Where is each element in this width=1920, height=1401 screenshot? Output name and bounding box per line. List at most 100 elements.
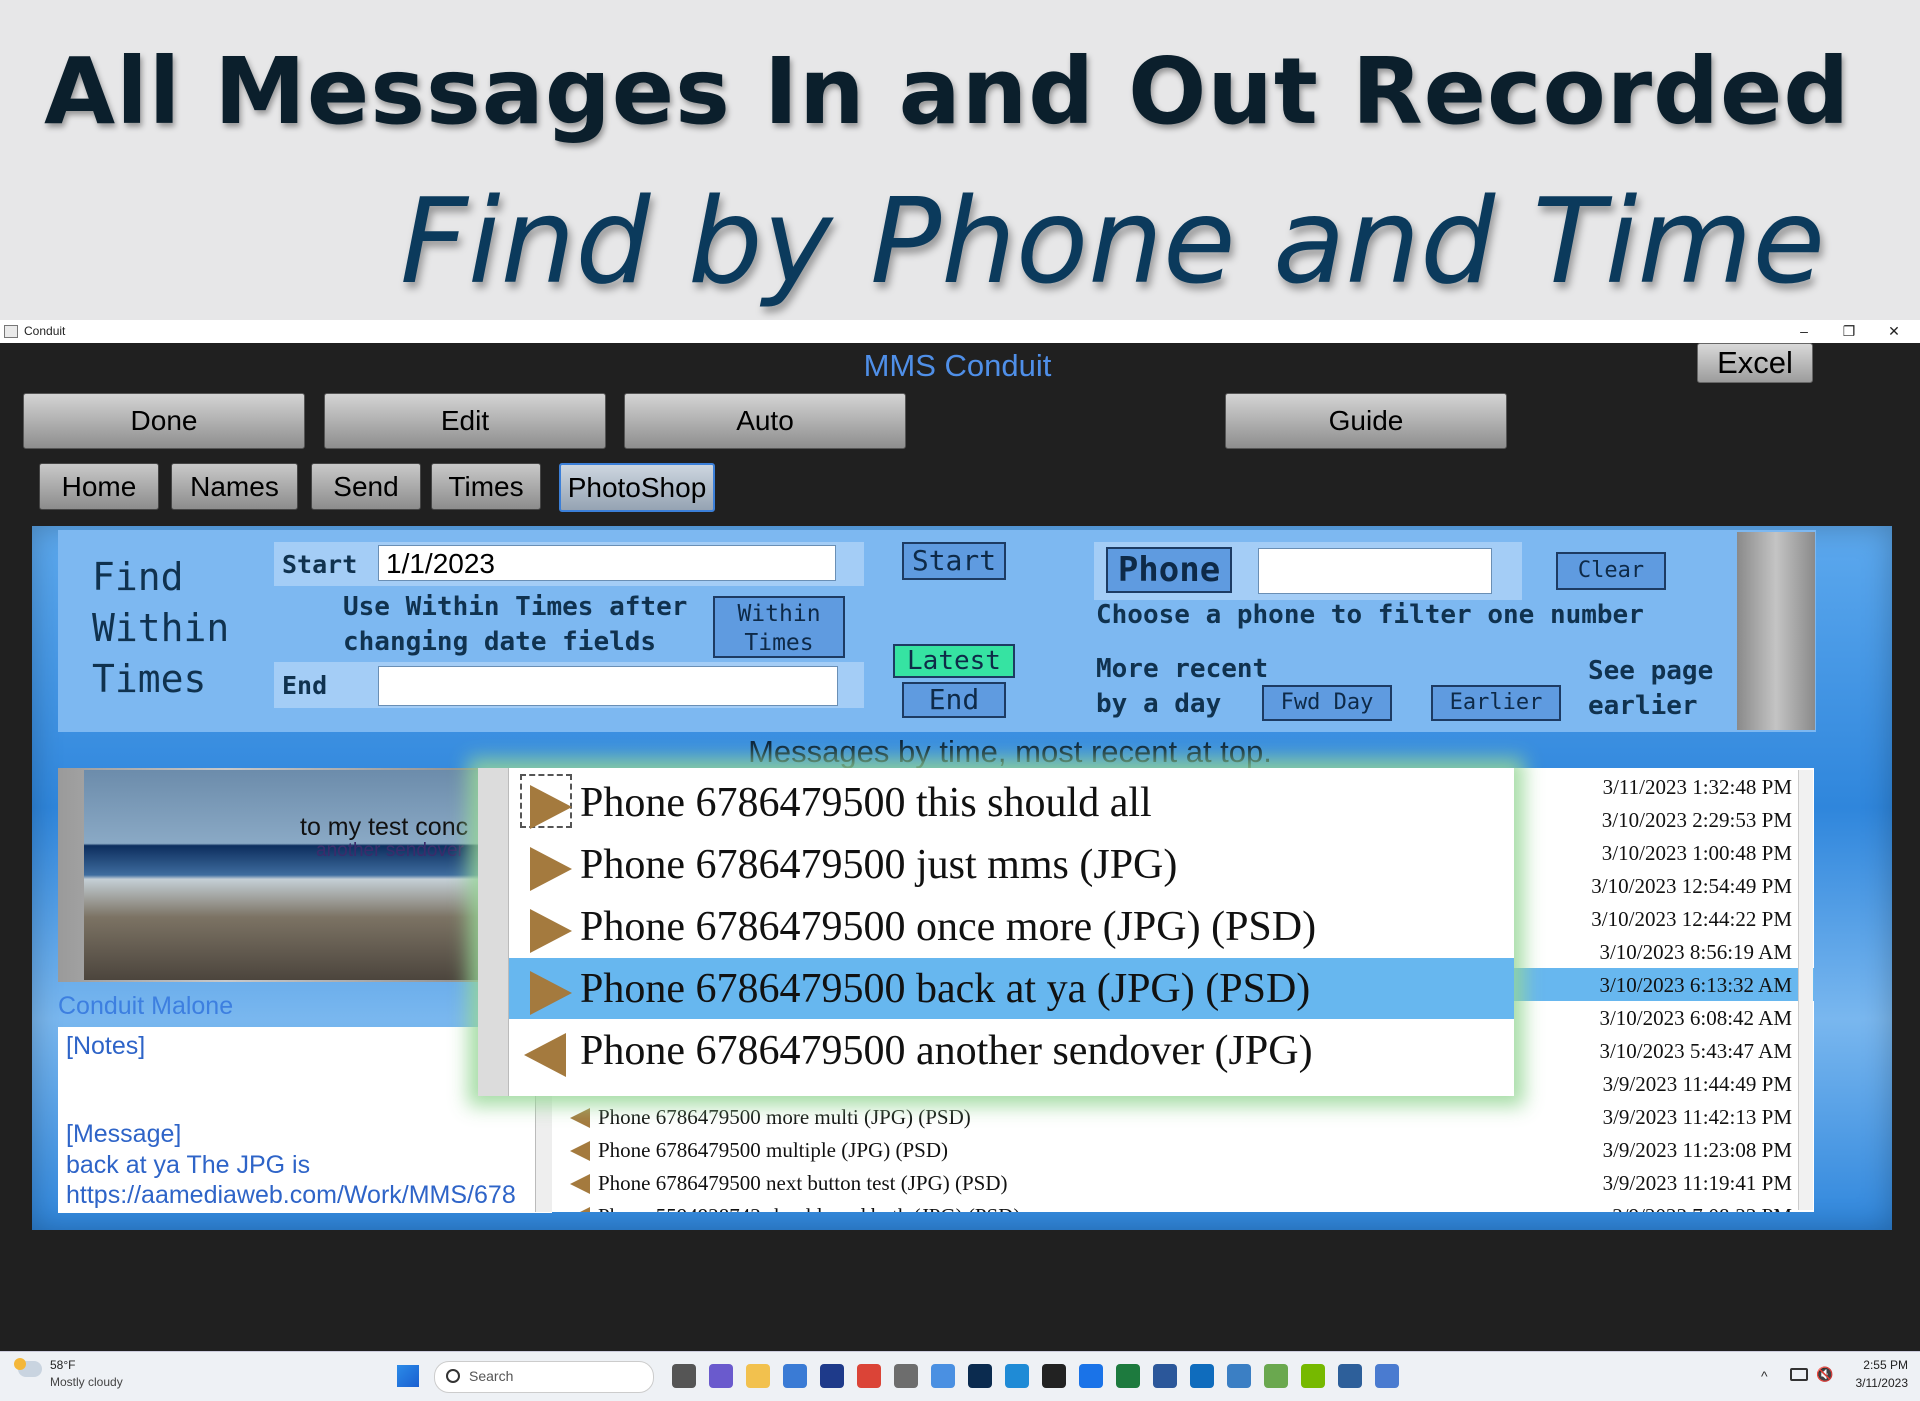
taskbar-search-box[interactable] bbox=[434, 1361, 654, 1393]
auto-button[interactable]: Auto bbox=[624, 393, 906, 449]
edge-icon[interactable] bbox=[1005, 1364, 1029, 1388]
banner-subline: Find by Phone and Time bbox=[400, 172, 1826, 310]
nav-names[interactable]: Names bbox=[171, 463, 298, 510]
nav-times[interactable]: Times bbox=[431, 463, 541, 510]
row-timestamp: 3/9/2023 11:23:08 PM bbox=[1602, 1138, 1792, 1162]
done-button[interactable]: Done bbox=[23, 393, 305, 449]
network-icon[interactable] bbox=[1264, 1364, 1288, 1388]
weather-description[interactable]: Mostly cloudy bbox=[50, 1375, 123, 1389]
folder-icon[interactable] bbox=[746, 1364, 770, 1388]
incoming-arrow-icon bbox=[570, 1108, 590, 1128]
sling-icon[interactable] bbox=[1042, 1364, 1066, 1388]
nvidia-icon[interactable] bbox=[1301, 1364, 1325, 1388]
control-panel-icon[interactable] bbox=[1227, 1364, 1251, 1388]
r-icon[interactable] bbox=[1375, 1364, 1399, 1388]
nav-home[interactable]: Home bbox=[39, 463, 159, 510]
start-date-input[interactable]: 1/1/2023 bbox=[378, 545, 836, 581]
clock-date[interactable]: 3/11/2023 bbox=[1846, 1376, 1909, 1390]
phone-button[interactable]: Phone bbox=[1106, 547, 1232, 593]
zoomed-row-text: Phone 6786479500 back at ya (JPG) (PSD) bbox=[580, 966, 1311, 1012]
zoomed-row-text: Phone 6786479500 this should all bbox=[580, 780, 1152, 826]
phone-hint-text: Choose a phone to filter one number bbox=[1096, 600, 1644, 630]
store-icon[interactable] bbox=[783, 1364, 807, 1388]
earlier-button[interactable]: Earlier bbox=[1431, 685, 1561, 721]
zoomed-row: Phone 6786479500 back at ya (JPG) (PSD) bbox=[508, 958, 1514, 1019]
within-times-button[interactable]: Within Times bbox=[713, 596, 845, 658]
incoming-arrow-icon bbox=[524, 1033, 566, 1077]
nav-send[interactable]: Send bbox=[311, 463, 421, 510]
app-icon[interactable] bbox=[1079, 1364, 1103, 1388]
end-date-input[interactable] bbox=[378, 666, 838, 706]
excel-icon[interactable] bbox=[1116, 1364, 1140, 1388]
photoshop-icon[interactable] bbox=[968, 1364, 992, 1388]
message-photo[interactable] bbox=[84, 770, 480, 980]
latest-button[interactable]: Latest bbox=[893, 644, 1015, 678]
network-icon[interactable] bbox=[1790, 1368, 1808, 1381]
volume-muted-icon[interactable]: 🔇 bbox=[1816, 1366, 1833, 1383]
zoomed-row-text: Phone 6786479500 once more (JPG) (PSD) bbox=[580, 904, 1317, 950]
notes-scrollbar[interactable] bbox=[535, 1086, 553, 1212]
table-row[interactable]: Phone 6786479500 next button test (JPG) … bbox=[552, 1166, 1814, 1199]
save-icon[interactable] bbox=[820, 1364, 844, 1388]
row-timestamp: 3/10/2023 6:08:42 AM bbox=[1599, 1006, 1792, 1030]
row-timestamp: 3/10/2023 1:00:48 PM bbox=[1601, 841, 1792, 865]
start-button[interactable]: Start bbox=[902, 542, 1006, 580]
word-icon[interactable] bbox=[1153, 1364, 1177, 1388]
zoomed-row: Phone 6786479500 another sendover (JPG) bbox=[508, 1020, 1514, 1081]
zoomed-row: Phone 6786479500 just mms (JPG) bbox=[508, 834, 1514, 895]
banner-headline: All Messages In and Out Recorded bbox=[44, 38, 1851, 145]
app-title: MMS Conduit bbox=[863, 348, 1052, 383]
table-row[interactable]: Phone 5594928743 should send both (JPG) … bbox=[552, 1199, 1814, 1212]
find-within-times-label: Find Within Times bbox=[92, 555, 230, 701]
row-timestamp: 3/9/2023 11:42:13 PM bbox=[1602, 1105, 1792, 1129]
row-timestamp: 3/9/2023 11:44:49 PM bbox=[1602, 1072, 1792, 1096]
app-window-icon bbox=[4, 325, 18, 338]
chevron-up-icon[interactable]: ^ bbox=[1761, 1368, 1768, 1384]
message-body: back at ya The JPG is https://aamediaweb… bbox=[66, 1151, 516, 1209]
outgoing-arrow-icon bbox=[530, 909, 572, 953]
nav-photoshop[interactable]: PhotoShop bbox=[559, 463, 715, 512]
excel-button[interactable]: Excel bbox=[1697, 343, 1813, 383]
sun-icon bbox=[14, 1358, 26, 1370]
close-button[interactable]: ✕ bbox=[1874, 321, 1914, 341]
zoomed-row: Phone 6786479500 once more (JPG) (PSD) bbox=[508, 896, 1514, 957]
zoomed-row-text: Phone 6786479500 another sendover (JPG) bbox=[580, 1028, 1313, 1074]
row-message-text: Phone 6786479500 more multi (JPG) (PSD) bbox=[598, 1105, 971, 1129]
search-icon bbox=[446, 1369, 460, 1383]
row-timestamp: 3/11/2023 1:32:48 PM bbox=[1602, 775, 1792, 799]
clock-time[interactable]: 2:55 PM bbox=[1860, 1358, 1908, 1372]
row-message-text: Phone 6786479500 multiple (JPG) (PSD) bbox=[598, 1138, 949, 1162]
zoomed-rows-callout: Phone 6786479500 this should all Phone 67… bbox=[478, 768, 1514, 1096]
end-button[interactable]: End bbox=[902, 682, 1006, 718]
maximize-button[interactable]: ❐ bbox=[1829, 321, 1869, 341]
panel-scroll-strip bbox=[1737, 532, 1815, 730]
outlook-icon[interactable] bbox=[1190, 1364, 1214, 1388]
see-page-earlier-text: See page earlier bbox=[1588, 656, 1714, 721]
clear-button[interactable]: Clear bbox=[1556, 552, 1666, 590]
notepad-icon[interactable] bbox=[931, 1364, 955, 1388]
fwd-day-button[interactable]: Fwd Day bbox=[1262, 685, 1392, 721]
weather-temperature[interactable]: 58°F bbox=[50, 1358, 75, 1372]
conduit-icon[interactable] bbox=[1338, 1364, 1362, 1388]
table-row[interactable]: Phone 6786479500 more multi (JPG) (PSD) 3… bbox=[552, 1100, 1814, 1133]
zoomed-row-text: Phone 6786479500 just mms (JPG) bbox=[580, 842, 1178, 888]
calculator-icon[interactable] bbox=[894, 1364, 918, 1388]
zoomed-row: Phone 6786479500 this should all bbox=[508, 772, 1514, 833]
file-explorer-icon[interactable] bbox=[672, 1364, 696, 1388]
row-message-text: Phone 5594928743 should send both (JPG) … bbox=[598, 1204, 1020, 1212]
chat-icon[interactable] bbox=[709, 1364, 733, 1388]
window-titlebar: Conduit – ❐ ✕ bbox=[0, 320, 1920, 344]
row-timestamp: 3/9/2023 7:08:23 PM bbox=[1612, 1204, 1792, 1212]
messages-scrollbar[interactable] bbox=[1798, 770, 1813, 1210]
start-date-label: Start bbox=[282, 550, 358, 579]
guide-button[interactable]: Guide bbox=[1225, 393, 1507, 449]
edit-button[interactable]: Edit bbox=[324, 393, 606, 449]
table-row[interactable]: Phone 6786479500 multiple (JPG) (PSD) 3/9… bbox=[552, 1133, 1814, 1166]
zoom-scrollbar bbox=[478, 768, 509, 1096]
minimize-button[interactable]: – bbox=[1784, 321, 1824, 341]
message-label: [Message] bbox=[66, 1120, 182, 1148]
phone-input[interactable] bbox=[1258, 548, 1492, 594]
outgoing-arrow-icon bbox=[530, 971, 572, 1015]
windows-start-icon[interactable] bbox=[397, 1365, 419, 1387]
chrome-icon[interactable] bbox=[857, 1364, 881, 1388]
